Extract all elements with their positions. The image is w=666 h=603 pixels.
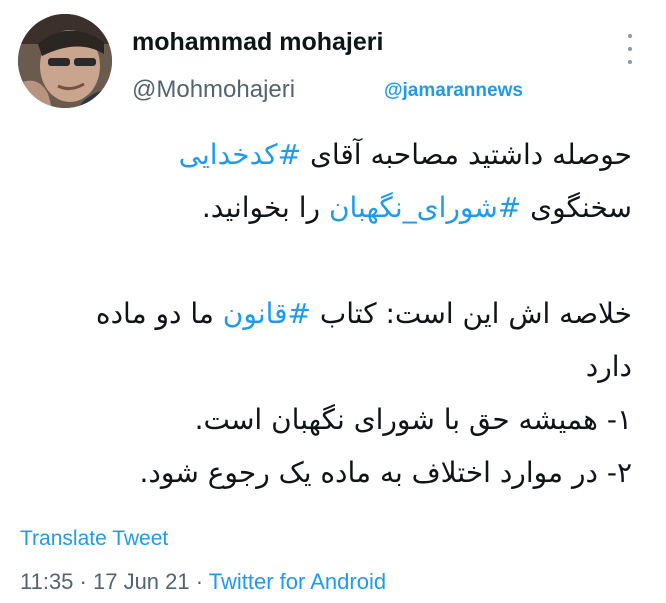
author-avatar[interactable]: [18, 14, 112, 108]
tweet-line-text: ما دو ماده: [95, 297, 223, 330]
tweet-line: خلاصه اش این است: کتاب #قانون ما دو ماده: [12, 287, 632, 340]
hashtag-link[interactable]: #کدخدایی: [179, 138, 301, 171]
author-display-name[interactable]: mohammad mohajeri: [132, 28, 383, 57]
tweet-text: حوصله داشتید مصاحبه آقای #کدخدایی سخنگوی…: [12, 128, 632, 499]
tweet-time[interactable]: 11:35: [20, 569, 73, 594]
tweet-card: mohammad mohajeri @Mohmohajeri @jamarann…: [0, 0, 666, 603]
source-watermark: @jamarannews: [384, 80, 523, 101]
author-handle[interactable]: @Mohmohajeri: [132, 76, 295, 104]
hashtag-link[interactable]: #شورای_نگهبان: [329, 191, 521, 224]
tweet-line: دارد: [585, 350, 632, 383]
meta-separator: ·: [189, 569, 209, 594]
tweet-line-text: خلاصه اش این است: کتاب: [311, 297, 632, 330]
tweet-line: حوصله داشتید مصاحبه آقای #کدخدایی: [12, 128, 632, 181]
hashtag-link[interactable]: #قانون: [223, 297, 311, 330]
avatar-photo-icon: [18, 14, 112, 108]
tweet-source-link[interactable]: Twitter for Android: [209, 569, 386, 594]
tweet-date[interactable]: 17 Jun 21: [93, 569, 190, 594]
meta-separator: ·: [73, 569, 93, 594]
tweet-line: ۱- همیشه حق با شورای نگهبان است.: [194, 403, 632, 436]
more-options-icon[interactable]: [622, 34, 638, 64]
tweet-metadata: 11:35 · 17 Jun 21 · Twitter for Android: [20, 569, 386, 595]
tweet-line: سخنگوی #شورای_نگهبان را بخوانید.: [12, 181, 632, 234]
tweet-line-text: را بخوانید.: [201, 191, 329, 224]
tweet-line: ۲- در موارد اختلاف به ماده یک رجوع شود.: [139, 456, 632, 489]
tweet-line-text: حوصله داشتید مصاحبه آقای: [301, 138, 632, 171]
translate-tweet-link[interactable]: Translate Tweet: [20, 527, 168, 551]
tweet-line-text: سخنگوی: [521, 191, 632, 224]
